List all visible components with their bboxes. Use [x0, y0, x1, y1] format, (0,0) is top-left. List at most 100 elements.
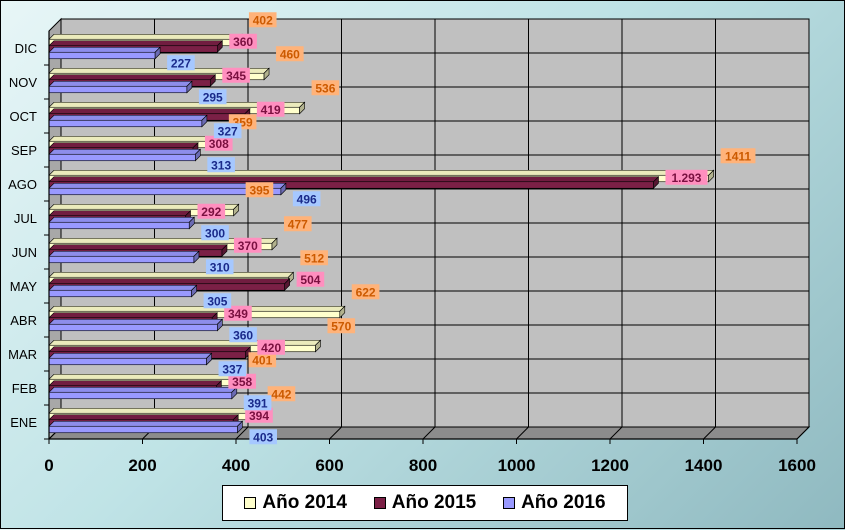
bar-ene-año-2016 [48, 425, 238, 434]
data-label-may-año-2015: 504 [300, 273, 320, 287]
bar-top-may-año-2016 [48, 284, 198, 291]
x-tick-label-1000: 1000 [498, 456, 536, 475]
category-label-jun: JUN [12, 245, 37, 260]
category-label-sep: SEP [11, 143, 37, 158]
bar-top-may-año-2014 [48, 271, 295, 278]
legend: Año 2014 Año 2015 Año 2016 [222, 485, 628, 521]
bar-top-sep-año-2014 [48, 135, 223, 142]
data-label-ene-año-2014: 442 [271, 387, 291, 401]
bar-feb-año-2016 [48, 391, 233, 400]
category-label-jul: JUL [14, 211, 37, 226]
category-label-mar: MAR [8, 347, 37, 362]
bar-top-jul-año-2016 [48, 216, 195, 223]
data-label-jul-año-2016: 300 [205, 226, 225, 240]
category-label-oct: OCT [10, 109, 38, 124]
bar-top-mar-año-2015 [48, 346, 252, 353]
bar-top-sep-año-2015 [48, 142, 199, 149]
bar-top-may-año-2015 [48, 278, 291, 285]
bar-top-mar-año-2016 [48, 352, 213, 359]
bar-top-feb-año-2015 [48, 380, 223, 387]
bar-top-dic-año-2015 [48, 40, 224, 47]
data-label-nov-año-2014: 460 [280, 47, 300, 61]
category-label-abr: ABR [10, 313, 37, 328]
bar-top-dic-año-2014 [48, 33, 243, 40]
bar-sep-año-2016 [48, 153, 196, 162]
data-label-abr-año-2015: 349 [228, 307, 248, 321]
bar-nov-año-2016 [48, 85, 188, 94]
bar-top-jun-año-2016 [48, 250, 200, 257]
bar-chart: ENE FEB MAR ABR MAY JUN JUL AGO SEP OCT NOV DIC 0 200… [8, 12, 816, 475]
bar-top-ago-año-2015 [48, 176, 660, 183]
data-label-jul-año-2015: 292 [201, 205, 221, 219]
data-label-sep-año-2016: 313 [211, 158, 231, 172]
x-tick-label-0: 0 [44, 456, 53, 475]
x-tick-label-800: 800 [409, 456, 437, 475]
bar-top-feb-año-2014 [48, 373, 243, 380]
data-label-oct-año-2014: 536 [315, 81, 335, 95]
legend-item-2015: Año 2015 [373, 492, 477, 514]
x-tick-label-400: 400 [222, 456, 250, 475]
data-label-jun-año-2015: 370 [238, 239, 258, 253]
bar-top-feb-año-2016 [48, 386, 238, 393]
data-label-feb-año-2016: 391 [248, 396, 268, 410]
data-label-abr-año-2014: 622 [356, 285, 376, 299]
data-label-nov-año-2016: 295 [203, 90, 223, 104]
bar-abr-año-2016 [48, 323, 218, 332]
data-label-feb-año-2014: 401 [252, 353, 272, 367]
bar-may-año-2016 [48, 289, 192, 298]
data-label-ago-año-2016: 496 [297, 192, 317, 206]
data-label-mar-año-2016: 337 [222, 362, 242, 376]
legend-swatch-2015 [373, 497, 386, 509]
bar-top-dic-año-2016 [48, 46, 161, 53]
data-label-feb-año-2015: 358 [232, 375, 252, 389]
data-label-jun-año-2016: 310 [210, 260, 230, 274]
bar-jun-año-2016 [48, 255, 195, 264]
data-label-oct-año-2016: 327 [218, 124, 238, 138]
data-label-nov-año-2015: 345 [226, 69, 246, 83]
legend-label-2015: Año 2015 [391, 492, 477, 513]
legend-swatch-2016 [503, 497, 516, 509]
bar-jul-año-2016 [48, 221, 190, 230]
bar-top-abr-año-2015 [48, 312, 218, 319]
x-tick-label-1400: 1400 [685, 456, 723, 475]
data-label-ene-año-2015: 394 [249, 409, 269, 423]
x-tick-label-600: 600 [315, 456, 343, 475]
bar-top-nov-año-2016 [48, 80, 193, 87]
legend-label-2016: Año 2016 [521, 492, 606, 513]
data-label-jun-año-2014: 477 [288, 217, 308, 231]
data-label-mar-año-2014: 570 [331, 319, 351, 333]
bar-top-ene-año-2015 [48, 414, 239, 421]
bar-top-oct-año-2015 [48, 108, 251, 115]
category-label-ago: AGO [8, 177, 37, 192]
data-label-may-año-2014: 512 [304, 251, 324, 265]
bar-top-abr-año-2016 [48, 318, 224, 325]
data-label-may-año-2016: 305 [207, 294, 227, 308]
bar-oct-año-2016 [48, 119, 203, 128]
legend-label-2014: Año 2014 [262, 492, 347, 513]
data-label-dic-año-2016: 227 [171, 56, 191, 70]
data-label-dic-año-2014: 402 [253, 13, 273, 27]
legend-swatch-2014 [244, 497, 257, 509]
bar-top-ago-año-2014 [48, 169, 715, 176]
data-label-mar-año-2015: 420 [261, 341, 281, 355]
x-tick-label-1600: 1600 [778, 456, 816, 475]
data-label-sep-año-2015: 308 [209, 137, 229, 151]
legend-item-2014: Año 2014 [244, 492, 347, 514]
bar-mar-año-2016 [48, 357, 207, 366]
legend-item-2016: Año 2016 [503, 492, 606, 514]
data-label-ago-año-2014: 1411 [725, 149, 751, 163]
bar-top-abr-año-2014 [48, 305, 346, 312]
category-label-nov: NOV [9, 75, 38, 90]
data-label-ene-año-2016: 403 [253, 430, 273, 444]
bar-top-jun-año-2015 [48, 244, 228, 251]
x-tick-label-200: 200 [128, 456, 156, 475]
data-label-jul-año-2014: 395 [249, 183, 269, 197]
x-tick-label-1200: 1200 [591, 456, 629, 475]
bar-top-jul-año-2015 [48, 210, 192, 217]
category-label-ene: ENE [10, 415, 37, 430]
category-label-may: MAY [10, 279, 38, 294]
category-label-feb: FEB [12, 381, 37, 396]
bar-top-ene-año-2014 [48, 407, 262, 414]
bar-dic-año-2016 [48, 51, 156, 60]
bar-top-oct-año-2016 [48, 114, 208, 121]
